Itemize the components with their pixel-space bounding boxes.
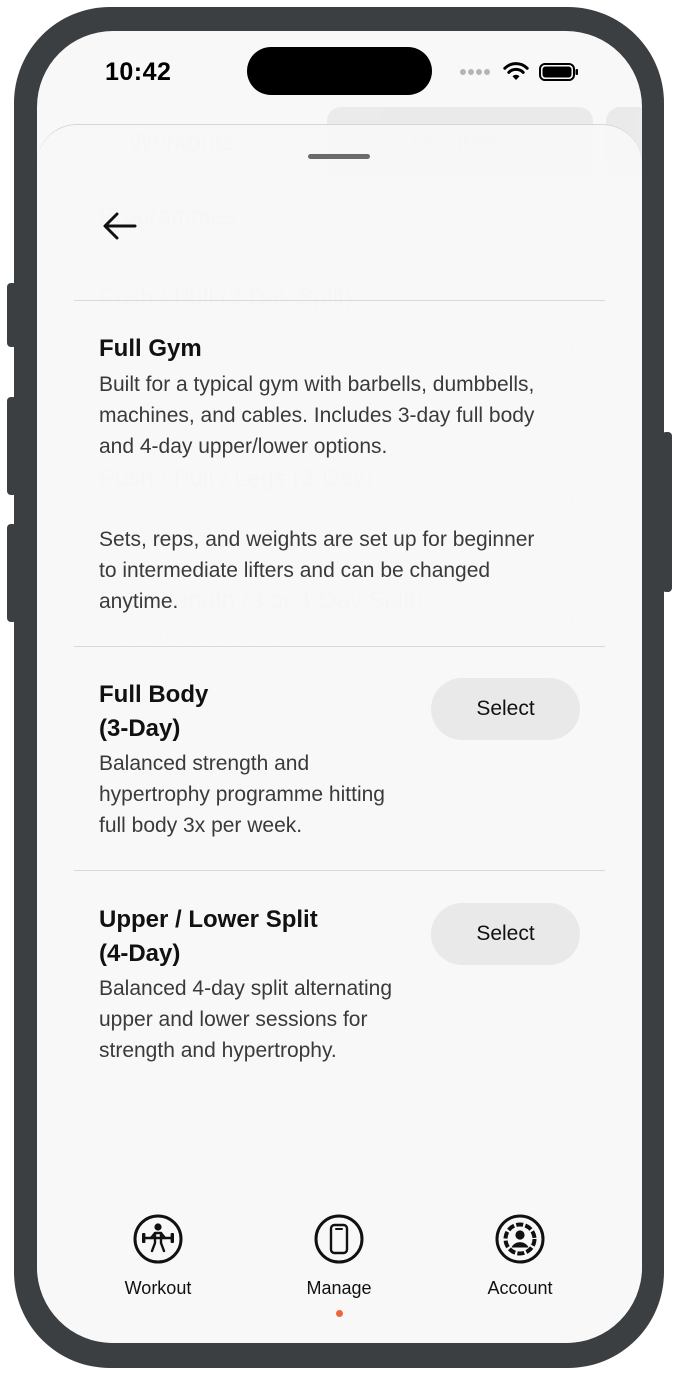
sheet-note: Sets, reps, and weights are set up for b… [99,528,535,613]
program-description: Balanced strength and hypertrophy progra… [99,752,385,837]
tab-account[interactable]: Account [455,1211,585,1299]
divider [74,300,605,301]
divider [74,646,605,647]
person-circle-icon [495,1214,545,1264]
select-upper-lower-button[interactable]: Select [431,903,580,965]
tab-manage[interactable]: Manage [274,1211,404,1299]
tab-bar: Workout Manage Account [37,1211,642,1321]
status-time: 10:42 [105,58,172,86]
status-icons [459,61,579,83]
phone-icon [314,1214,364,1264]
battery-icon [539,63,578,81]
back-arrow-icon[interactable] [101,207,139,245]
dynamic-island [247,47,432,95]
sheet-heading: Full Gym [99,335,202,362]
program-title: Full Body (3-Day) [99,681,209,742]
phone-screen: 10:42 Workouts Progress Programmes Push … [37,31,642,1343]
barbell-lifter-icon [133,1214,183,1264]
select-full-body-button[interactable]: Select [431,678,580,740]
programme-sheet: Full Gym Built for a typical gym with ba… [37,124,642,1343]
program-description: Balanced 4-day split alternating upper a… [99,977,393,1062]
signal-icon [460,69,490,75]
tab-label: Account [487,1278,553,1298]
wifi-icon [503,62,529,80]
tab-workout[interactable]: Workout [93,1211,223,1299]
program-title: Upper / Lower Split (4-Day) [99,906,318,967]
divider [74,870,605,871]
active-tab-indicator [336,1310,343,1317]
tab-label: Manage [306,1278,372,1298]
tab-label: Workout [124,1278,192,1298]
sheet-grabber[interactable] [308,154,370,159]
sheet-description: Built for a typical gym with barbells, d… [99,373,535,458]
